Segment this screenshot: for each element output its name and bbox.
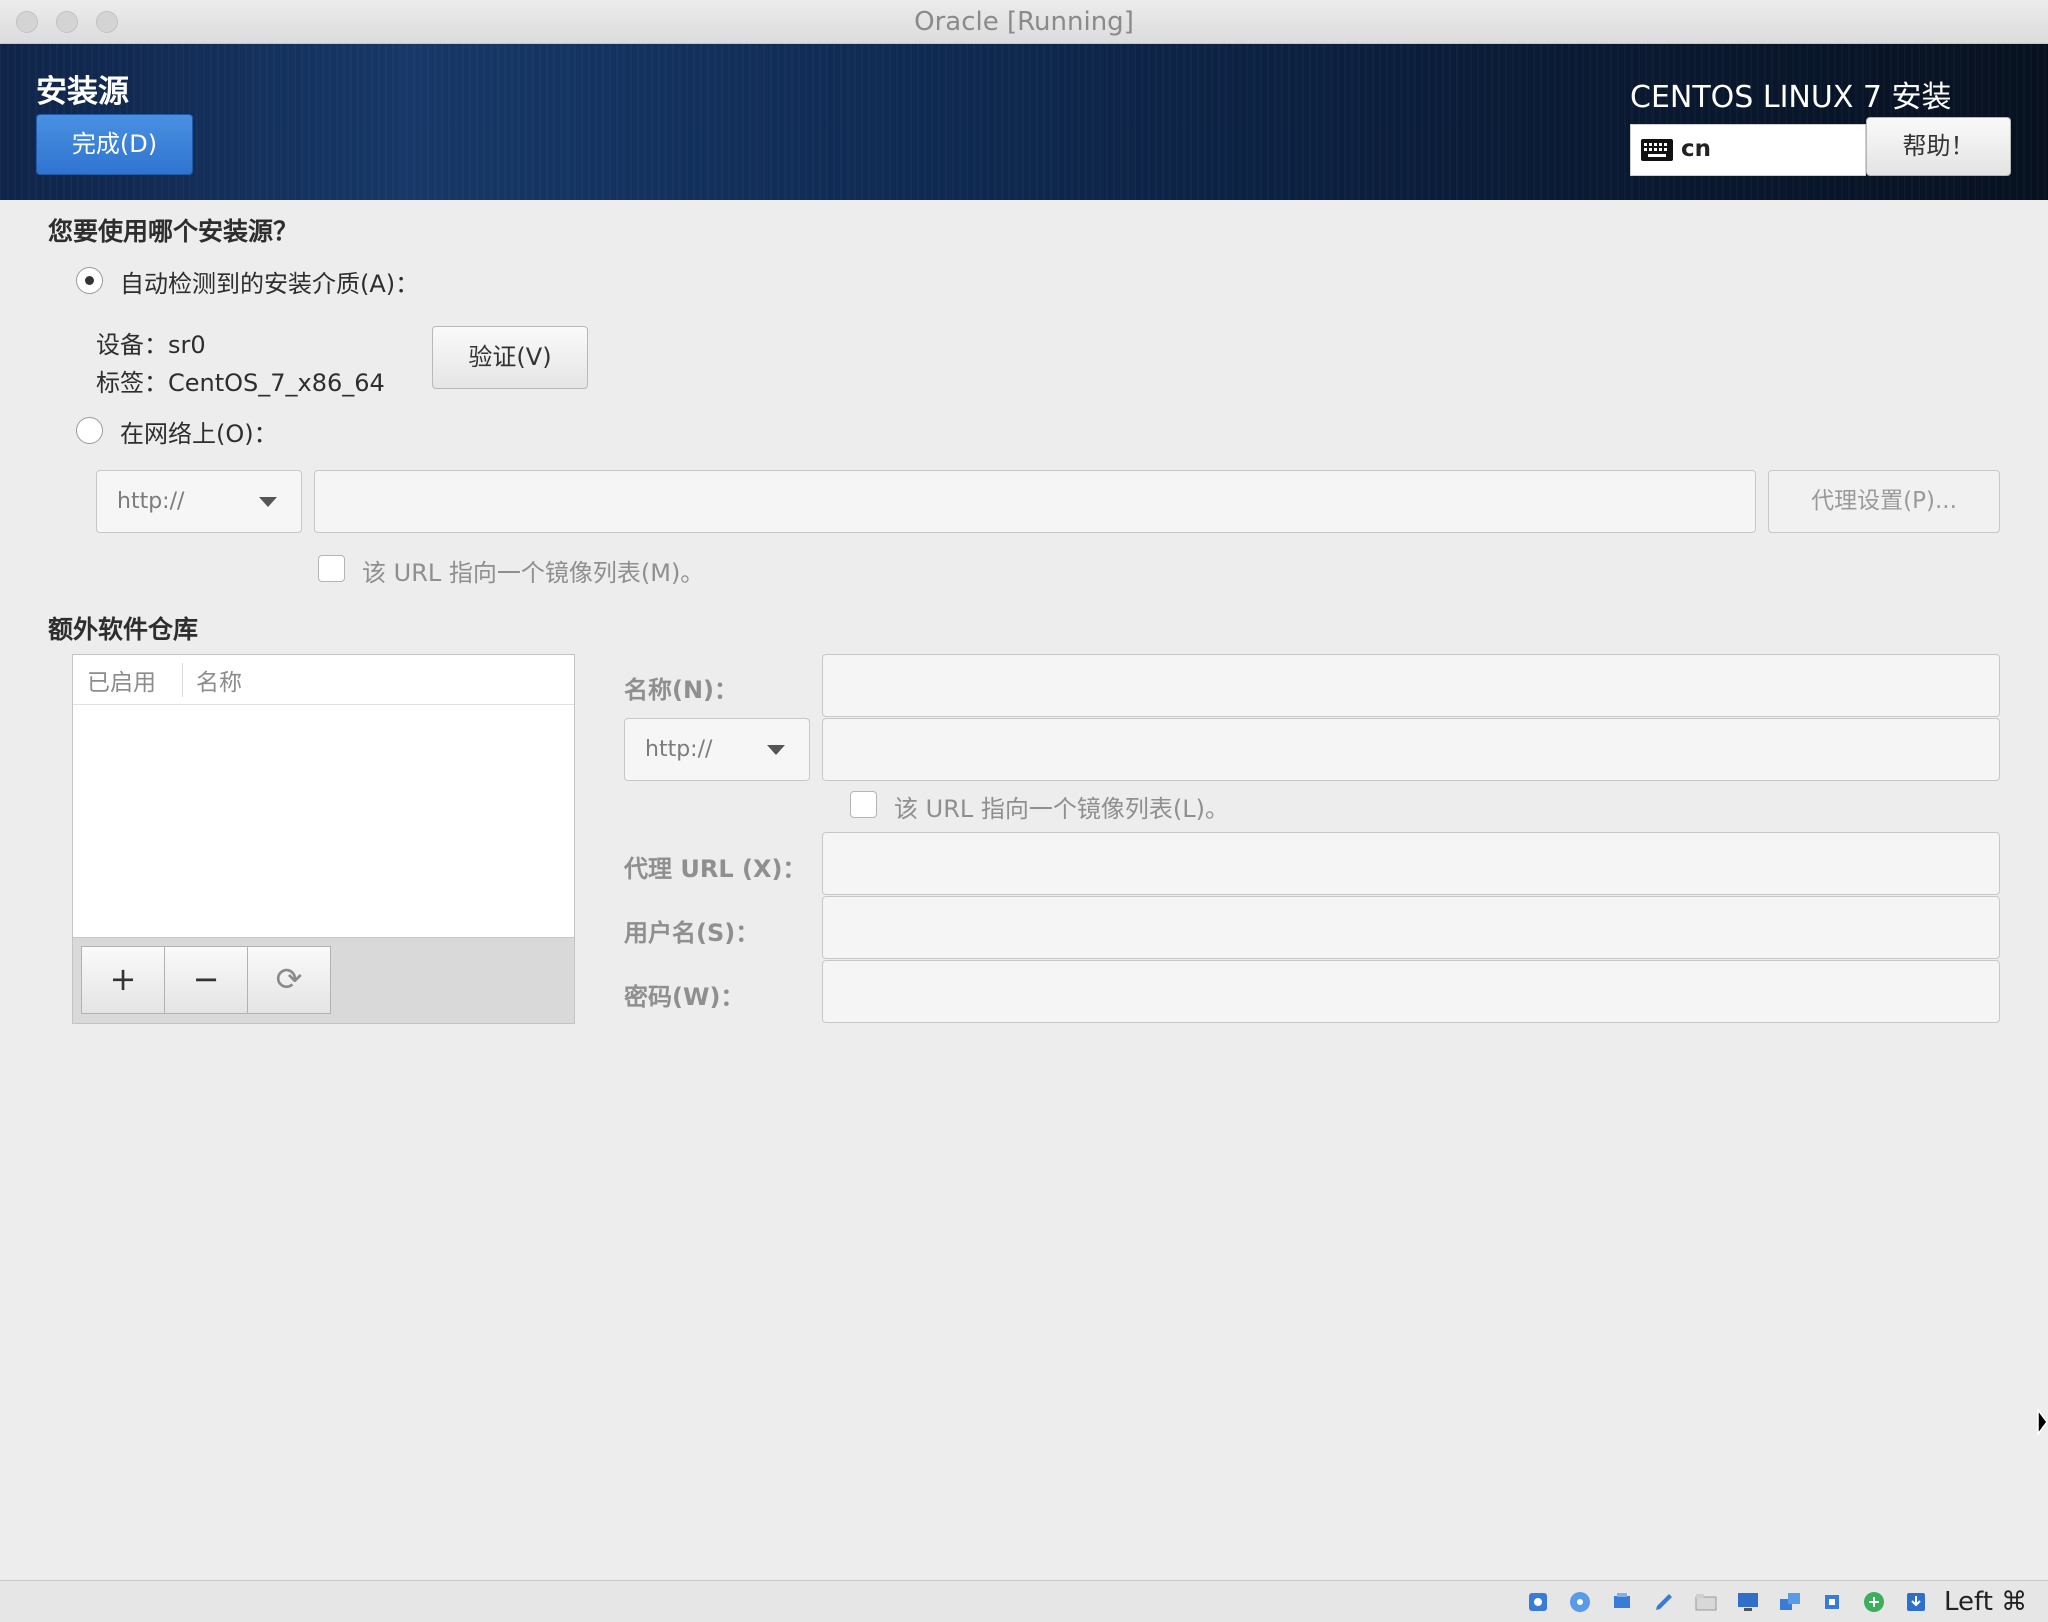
window-title: Oracle [Running] (914, 7, 1134, 37)
radio-selected-dot (85, 276, 94, 285)
repo-list[interactable]: 已启用 名称 + − ⟳ (72, 654, 575, 1024)
repo-url-input[interactable] (822, 718, 2000, 781)
additional-repos-heading: 额外软件仓库 (48, 615, 199, 644)
repo-mirror-list-label[interactable]: 该 URL 指向一个镜像列表(L)。 (894, 789, 1229, 824)
add-repo-button[interactable]: + (81, 946, 165, 1014)
username-input[interactable] (822, 896, 2000, 959)
remove-repo-button[interactable]: − (164, 946, 248, 1014)
device-info: 设备：sr0 (96, 331, 206, 359)
product-title: CENTOS LINUX 7 安装 (1630, 80, 1952, 115)
repo-protocol-select[interactable]: http:// (624, 718, 810, 781)
repo-mirror-list-checkbox[interactable] (850, 791, 877, 818)
done-button[interactable]: 完成(D) (36, 114, 193, 175)
cpu-icon[interactable] (1820, 1590, 1844, 1614)
keyboard-icon (1641, 139, 1673, 161)
mirror-list-checkbox[interactable] (318, 555, 345, 582)
mirror-list-label[interactable]: 该 URL 指向一个镜像列表(M)。 (362, 553, 704, 588)
chevron-down-icon (767, 745, 785, 755)
column-name[interactable]: 名称 (196, 663, 242, 697)
network-icon[interactable] (1778, 1590, 1802, 1614)
auto-detect-label[interactable]: 自动检测到的安装介质(A)： (120, 264, 419, 299)
mouse-cursor-icon (2037, 1408, 2048, 1437)
optical-disc-icon[interactable] (1568, 1590, 1592, 1614)
host-key-label: Left ⌘ (1944, 1587, 2028, 1617)
spoke-title: 安装源 (36, 74, 129, 110)
repo-name-label: 名称(N)： (624, 676, 739, 704)
media-label-info: 标签：CentOS_7_x86_64 (96, 369, 385, 397)
display-icon[interactable] (1736, 1590, 1760, 1614)
usb-icon[interactable] (1610, 1590, 1634, 1614)
keyboard-layout-indicator[interactable]: cn (1630, 124, 1866, 176)
hdd-icon[interactable] (1526, 1590, 1550, 1614)
column-enabled[interactable]: 已启用 (87, 663, 156, 697)
auto-detect-radio[interactable] (76, 267, 103, 294)
repo-name-input[interactable] (822, 654, 2000, 717)
window-titlebar: Oracle [Running] (0, 0, 2048, 44)
network-label[interactable]: 在网络上(O)： (120, 414, 278, 449)
download-icon[interactable] (1904, 1590, 1928, 1614)
mouse-integration-icon[interactable] (1862, 1590, 1886, 1614)
repo-list-header: 已启用 名称 (73, 655, 574, 705)
network-protocol-select[interactable]: http:// (96, 470, 302, 533)
network-radio[interactable] (76, 417, 103, 444)
column-divider (182, 663, 183, 697)
help-button[interactable]: 帮助！ (1866, 117, 2011, 176)
password-label: 密码(W)： (624, 983, 745, 1011)
repo-protocol-value: http:// (645, 737, 713, 762)
network-url-input[interactable] (314, 470, 1756, 533)
verify-button[interactable]: 验证(V) (432, 326, 588, 389)
keyboard-layout-label: cn (1681, 136, 1712, 162)
protocol-value: http:// (117, 489, 185, 514)
password-input[interactable] (822, 960, 2000, 1023)
username-label: 用户名(S)： (624, 919, 760, 947)
vm-status-bar: Left ⌘ (0, 1580, 2048, 1622)
refresh-repo-button[interactable]: ⟳ (247, 946, 331, 1014)
source-question-heading: 您要使用哪个安装源？ (48, 217, 299, 246)
chevron-down-icon (259, 497, 277, 507)
repo-toolbar: + − ⟳ (73, 937, 574, 1023)
pen-icon[interactable] (1652, 1590, 1676, 1614)
proxy-url-input[interactable] (822, 832, 2000, 895)
proxy-url-label: 代理 URL (X)： (624, 855, 807, 883)
installer-header (0, 44, 2048, 200)
shared-folder-icon[interactable] (1694, 1590, 1718, 1614)
proxy-settings-button[interactable]: 代理设置(P)... (1768, 470, 2000, 533)
